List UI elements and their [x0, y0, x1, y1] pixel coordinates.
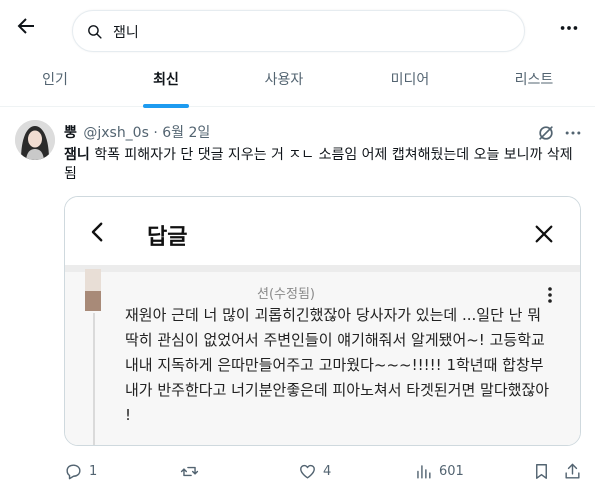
tab-lists[interactable]: 리스트	[498, 58, 570, 107]
bookmark-icon	[536, 463, 547, 479]
more-options-icon[interactable]	[558, 17, 580, 39]
search-box[interactable]: 잼니	[72, 10, 525, 52]
grok-icon[interactable]	[536, 123, 556, 143]
tweet-header: 뿡 @jxsh_0s · 6월 2일	[64, 122, 210, 142]
tab-media[interactable]: 미디어	[374, 58, 446, 107]
views-button[interactable]: 601	[414, 456, 464, 486]
media-body: 션(수정됨) 재원아 근데 너 많이 괴롭히긴했잖아 당사자가 있는데 ...일…	[65, 265, 580, 445]
thread-line	[93, 313, 95, 445]
media-header: 답글	[65, 197, 580, 265]
commenter-name: 션(수정됨)	[257, 287, 315, 302]
tweet-more-icon[interactable]	[563, 123, 583, 143]
views-chart-icon	[417, 464, 431, 479]
tab-people[interactable]: 사용자	[248, 58, 320, 107]
back-arrow-icon[interactable]	[14, 14, 38, 38]
search-tabs: 인기 최신 사용자 미디어 리스트	[0, 58, 595, 108]
search-icon	[88, 25, 102, 39]
handle-date[interactable]: @jxsh_0s · 6월 2일	[83, 125, 210, 141]
comment-text: 재원아 근데 너 많이 괴롭히긴했잖아 당사자가 있는데 ...일단 난 뭐 딱…	[125, 306, 550, 424]
reply-button[interactable]: 1	[64, 456, 97, 486]
chevron-left-icon	[91, 222, 103, 242]
media-title: 답글	[147, 225, 188, 250]
kebab-icon	[548, 287, 552, 303]
search-input[interactable]: 잼니	[113, 22, 139, 42]
reply-icon	[66, 463, 81, 479]
blurred-strip	[65, 265, 580, 272]
active-tab-indicator	[143, 104, 189, 108]
retweet-button[interactable]	[180, 456, 205, 486]
tab-top[interactable]: 인기	[20, 58, 90, 107]
commenter-avatar	[85, 269, 101, 311]
display-name[interactable]: 뿡	[64, 125, 77, 141]
bookmark-button[interactable]	[532, 456, 551, 486]
tweet-actions: 1 4 601	[0, 456, 595, 486]
like-button[interactable]: 4	[298, 456, 331, 486]
retweet-icon	[180, 466, 199, 476]
like-count: 4	[323, 463, 332, 479]
tweet-text: 잼니 학폭 피해자가 단 댓글 지우는 거 ㅈㄴ 소름임 어제 캡쳐해뒀는데 오…	[64, 146, 584, 184]
tweet-media-image[interactable]: 답글 션(수정됨) 재원아 근데 너 많이 괴롭히긴했잖아 당사자가 있는데 .…	[64, 196, 581, 446]
reply-count: 1	[89, 463, 98, 479]
close-icon	[535, 225, 553, 243]
avatar[interactable]	[15, 120, 55, 160]
tweet-body: 학폭 피해자가 단 댓글 지우는 거 ㅈㄴ 소름임 어제 캡쳐해뒀는데 오늘 보…	[64, 147, 573, 182]
tab-latest[interactable]: 최신	[131, 58, 201, 107]
top-bar: 잼니	[0, 0, 595, 58]
heart-icon	[300, 464, 315, 479]
share-button[interactable]	[563, 456, 582, 486]
tweet-keyword: 잼니	[64, 147, 90, 163]
views-count: 601	[439, 463, 464, 479]
share-icon	[565, 463, 580, 479]
avatar-image	[15, 120, 55, 160]
